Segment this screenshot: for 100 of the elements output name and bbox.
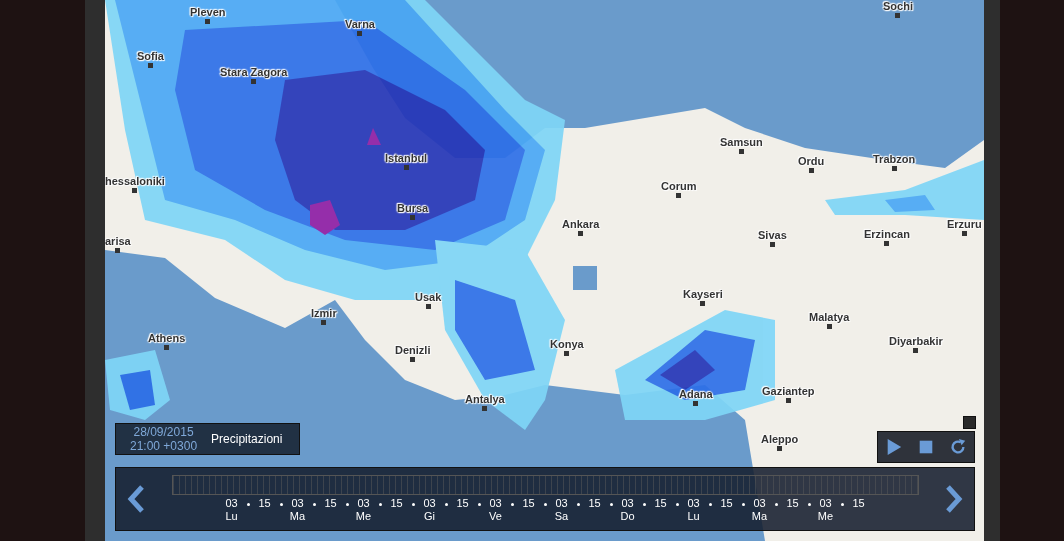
tick-dot-icon — [444, 503, 448, 506]
hour-label: 15 — [588, 497, 601, 510]
city-marker-icon — [410, 215, 416, 220]
city-label: Sivas — [758, 229, 787, 241]
city-label: Bursa — [397, 202, 429, 214]
city-label: Aleppo — [761, 433, 799, 445]
tick-dot-icon — [576, 503, 580, 506]
hour-label: 03 — [423, 497, 436, 510]
city-marker-icon — [321, 320, 327, 325]
day-label: Lu — [225, 510, 238, 523]
play-icon[interactable] — [885, 438, 903, 456]
tick-dot-icon — [642, 503, 646, 506]
city-label: Malatya — [809, 311, 850, 323]
tick-dot-icon — [807, 503, 811, 506]
city-marker-icon — [884, 241, 890, 246]
hour-label: 03 — [291, 497, 304, 510]
hour-label: 03 — [225, 497, 238, 510]
tick-dot-icon — [741, 503, 745, 506]
city-label: Stara Zagora — [220, 66, 288, 78]
city-marker-icon — [251, 79, 257, 84]
city-marker-icon — [357, 31, 363, 36]
hour-label: 03 — [753, 497, 766, 510]
day-label: Do — [620, 510, 635, 523]
city-label: arisa — [105, 235, 131, 247]
city-label: Pleven — [190, 6, 226, 18]
city-marker-icon — [895, 13, 901, 18]
city-marker-icon — [147, 63, 153, 68]
city-marker-icon — [403, 165, 409, 170]
city-marker-icon — [132, 188, 138, 193]
city-label: Usak — [415, 291, 442, 303]
city-marker-icon — [425, 304, 431, 309]
tick-dot-icon — [675, 503, 679, 506]
tick-dot-icon — [477, 503, 481, 506]
city-label: Diyarbakir — [889, 335, 943, 347]
city-label: Izmir — [311, 307, 337, 319]
hour-label: 03 — [555, 497, 568, 510]
city-label: Ordu — [798, 155, 825, 167]
hour-label: 03 — [489, 497, 502, 510]
stop-icon[interactable] — [917, 438, 935, 456]
tick-dot-icon — [774, 503, 778, 506]
tick-dot-icon — [246, 503, 250, 506]
city-marker-icon — [410, 357, 416, 362]
city-label: Istanbul — [385, 152, 428, 164]
city-label: Sofia — [137, 50, 164, 62]
hour-label: 15 — [522, 497, 535, 510]
city-marker-icon — [738, 149, 744, 154]
tick-dot-icon — [312, 503, 316, 506]
date-text: 28/09/2015 — [133, 425, 194, 439]
city-label: Samsun — [720, 136, 763, 148]
day-label: Sa — [554, 510, 569, 523]
hour-label: 15 — [786, 497, 799, 510]
city-label: Trabzon — [873, 153, 916, 165]
tick-dot-icon — [279, 503, 283, 506]
city-marker-icon — [676, 193, 682, 198]
tick-dot-icon — [840, 503, 844, 506]
city-label: Antalya — [465, 393, 505, 405]
tick-dot-icon — [510, 503, 514, 506]
day-label: Ma — [289, 510, 306, 523]
hour-label: 03 — [819, 497, 832, 510]
city-marker-icon — [115, 248, 121, 253]
city-marker-icon — [482, 406, 488, 411]
day-label: Me — [817, 510, 834, 523]
city-marker-icon — [769, 242, 775, 247]
city-label: Kayseri — [683, 288, 723, 300]
city-label: Athens — [148, 332, 186, 344]
toggle-square-icon[interactable] — [963, 416, 976, 429]
day-label: Lu — [687, 510, 700, 523]
timeline-track[interactable] — [171, 475, 919, 495]
city-label: Erzuru — [947, 218, 982, 230]
city-marker-icon — [891, 166, 897, 171]
city-marker-icon — [564, 351, 570, 356]
hour-label: 03 — [357, 497, 370, 510]
day-label: Gi — [424, 510, 435, 523]
city-label: Sochi — [883, 0, 913, 12]
tick-dot-icon — [411, 503, 415, 506]
tick-dot-icon — [543, 503, 547, 506]
city-marker-icon — [578, 231, 584, 236]
city-marker-icon — [913, 348, 919, 353]
hour-label: 15 — [456, 497, 469, 510]
hour-label: 15 — [720, 497, 733, 510]
hour-label: 15 — [852, 497, 865, 510]
city-label: Varna — [345, 18, 375, 30]
tick-dot-icon — [609, 503, 613, 506]
tick-dot-icon — [378, 503, 382, 506]
tick-dot-icon — [708, 503, 712, 506]
city-label: Ankara — [562, 218, 600, 230]
hour-label: 03 — [687, 497, 700, 510]
time-text: 21:00 +0300 — [130, 439, 198, 453]
hour-label: 03 — [621, 497, 634, 510]
hour-label: 15 — [390, 497, 403, 510]
city-marker-icon — [205, 19, 211, 24]
city-label: Adana — [679, 388, 713, 400]
city-marker-icon — [808, 168, 814, 173]
city-marker-icon — [164, 345, 170, 350]
city-marker-icon — [961, 231, 967, 236]
day-label: Me — [355, 510, 372, 523]
refresh-icon[interactable] — [949, 438, 967, 456]
tick-dot-icon — [345, 503, 349, 506]
missing-tile — [573, 266, 597, 290]
hour-label: 15 — [654, 497, 667, 510]
